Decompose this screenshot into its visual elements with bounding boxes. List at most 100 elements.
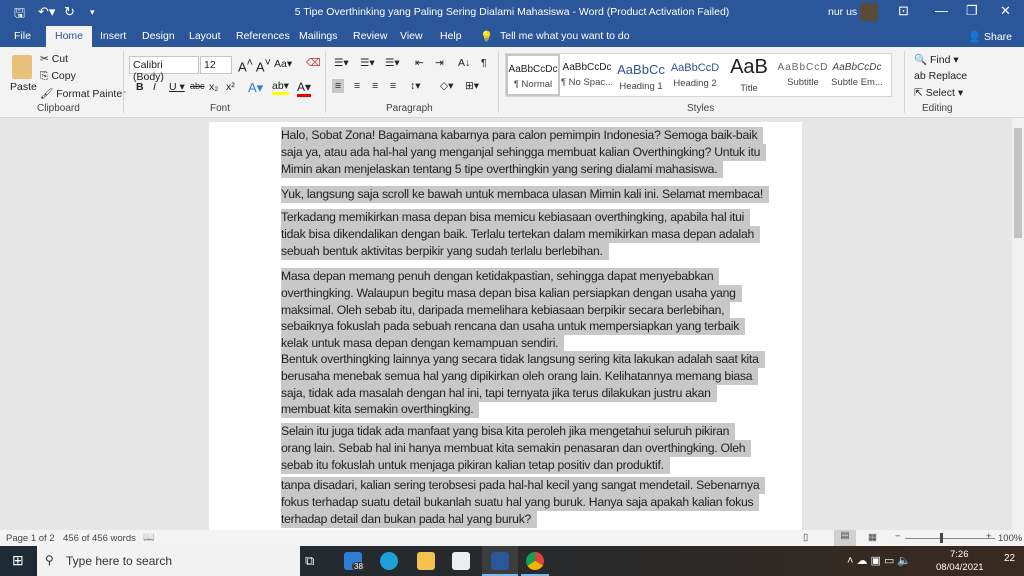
bullets-icon[interactable]: ☰▾ [334, 57, 349, 69]
scrollbar-thumb[interactable] [1014, 128, 1022, 238]
show-formatting-icon[interactable]: ¶ [481, 57, 487, 69]
tab-view[interactable]: View [400, 30, 423, 42]
taskbar-search[interactable]: ⚲ Type here to search [37, 546, 300, 576]
align-left-button[interactable]: ≡ [332, 79, 345, 93]
store-icon[interactable] [452, 552, 470, 570]
underline-button[interactable]: U ▾ [169, 81, 185, 93]
paste-icon[interactable] [12, 55, 32, 79]
document-line[interactable]: orang lain. Sebab hal ini hanya membuat … [281, 439, 752, 457]
document-line[interactable]: tanpa disadari, kalian sering terobsesi … [281, 477, 766, 494]
file-explorer-icon[interactable] [417, 552, 435, 570]
superscript-button[interactable]: x² [226, 81, 235, 93]
decrease-indent-icon[interactable]: ⇤ [415, 57, 424, 69]
format-painter-button[interactable]: 🖌 Format Painter [40, 87, 126, 100]
word-taskbar-button[interactable] [482, 546, 518, 576]
clock-time[interactable]: 7:26 [950, 549, 969, 560]
windows-start-icon[interactable]: ⊞ [12, 552, 24, 569]
tab-insert[interactable]: Insert [100, 30, 126, 42]
system-tray-icons[interactable]: ˄ ☁ ▣ ▭ 🔈 [847, 554, 911, 567]
document-line[interactable]: overthingking. Walaupun begitu masa depa… [281, 284, 742, 302]
sort-icon[interactable]: A↓ [458, 57, 470, 69]
style-title[interactable]: AaB Title [722, 54, 776, 96]
font-name-select[interactable]: Calibri (Body) [129, 56, 199, 83]
paste-button[interactable]: Paste [10, 81, 37, 93]
tab-references[interactable]: References [236, 30, 290, 42]
document-line[interactable]: saja, tidak ada masalah dengan hal ini, … [281, 384, 717, 402]
document-line[interactable]: Yuk, langsung saja scroll ke bawah untuk… [281, 186, 769, 203]
document-line[interactable]: terhadap detail dan bukan pada hal yang … [281, 510, 538, 528]
zoom-slider[interactable] [905, 538, 995, 539]
user-name[interactable]: nur us [828, 6, 857, 18]
style-normal[interactable]: AaBbCcDc ¶ Normal [506, 54, 560, 96]
document-line[interactable]: Halo, Sobat Zona! Bagaimana kabarnya par… [281, 127, 764, 144]
find-button[interactable]: 🔍 Find ▾ [914, 53, 959, 66]
style-subtitle[interactable]: AaBbCcD Subtitle [776, 54, 830, 96]
cut-button[interactable]: ✂ Cut [40, 53, 68, 65]
edge-icon[interactable] [380, 552, 398, 570]
subscript-button[interactable]: x₂ [209, 81, 218, 93]
italic-button[interactable]: I [153, 81, 156, 93]
restore-icon[interactable]: ❐ [966, 3, 978, 19]
replace-button[interactable]: ab Replace [914, 70, 967, 82]
proofing-icon[interactable]: 📖 [143, 532, 155, 543]
zoom-level[interactable]: 100% [998, 533, 1022, 544]
increase-indent-icon[interactable]: ⇥ [435, 57, 444, 69]
tab-help[interactable]: Help [440, 30, 462, 42]
document-line[interactable]: sebaiknya fokuslah pada sebuah rencana d… [281, 318, 746, 336]
document-line[interactable]: Bentuk overthingking lainnya yang secara… [281, 351, 765, 368]
text-effects-icon[interactable]: A▾ [248, 80, 263, 96]
share-button[interactable]: 👤 Share [968, 30, 1012, 43]
align-center-button[interactable]: ≡ [354, 80, 360, 92]
tab-home[interactable]: Home [46, 26, 93, 47]
style-no-spac[interactable]: AaBbCcDc ¶ No Spac... [560, 54, 614, 96]
web-layout-icon[interactable]: ▦ [868, 532, 877, 543]
copy-button[interactable]: ⎘ Copy [40, 70, 76, 83]
word-count[interactable]: 456 of 456 words [63, 533, 136, 544]
document-line[interactable]: fokus terhadap suatu detail bukanlah sua… [281, 493, 760, 511]
grow-font-icon[interactable]: A˄ A˅ [238, 57, 271, 74]
select-button[interactable]: ⇱ Select ▾ [914, 87, 963, 99]
shading-icon[interactable]: ◇▾ [440, 80, 453, 92]
strikethrough-button[interactable]: abc [190, 81, 205, 91]
minimize-icon[interactable]: — [935, 3, 948, 18]
mail-icon[interactable]: 38 [344, 552, 365, 571]
tab-layout[interactable]: Layout [189, 30, 221, 42]
numbering-icon[interactable]: ☰▾ [360, 57, 375, 69]
document-line[interactable]: sebuah bentuk aktivitas berpikir yang su… [281, 242, 609, 260]
avatar[interactable] [860, 3, 878, 21]
tell-me-input[interactable]: Tell me what you want to do [500, 30, 630, 42]
bold-button[interactable]: B [136, 81, 144, 93]
vertical-scrollbar[interactable] [1012, 118, 1024, 530]
page-count[interactable]: Page 1 of 2 [6, 533, 55, 544]
zoom-slider-thumb[interactable] [940, 533, 943, 543]
document-line[interactable]: Terkadang memikirkan masa depan bisa mem… [281, 209, 751, 226]
style-heading-2[interactable]: AaBbCcD Heading 2 [668, 54, 722, 96]
zoom-in-button[interactable]: + [986, 531, 992, 542]
document-line[interactable]: berusaha menebak semua hal yang dipikirk… [281, 367, 759, 385]
tab-file[interactable]: File [14, 30, 31, 42]
document-line[interactable]: Masa depan memang penuh dengan ketidakpa… [281, 268, 720, 285]
ribbon-display-icon[interactable]: ⊡ [898, 3, 909, 19]
align-right-button[interactable]: ≡ [372, 80, 378, 92]
document-line[interactable]: kelak untuk masa depan dengan kemampuan … [281, 335, 565, 353]
tab-review[interactable]: Review [353, 30, 387, 42]
document-line[interactable]: membuat kita semakin overthingking. [281, 401, 480, 419]
close-icon[interactable]: ✕ [1000, 3, 1011, 19]
notifications-badge[interactable]: 22 [1004, 553, 1015, 564]
document-line[interactable]: saja ya, atau ada hal-hal yang menganjal… [281, 143, 767, 161]
style-heading-1[interactable]: AaBbCc Heading 1 [614, 54, 668, 96]
zoom-out-button[interactable]: − [895, 531, 901, 542]
document-line[interactable]: sebab itu fokuslah untuk menjaga pikiran… [281, 456, 670, 474]
change-case-icon[interactable]: Aa▾ [274, 58, 292, 70]
clock-date[interactable]: 08/04/2021 [936, 562, 984, 573]
clear-formatting-icon[interactable]: ⌫ [306, 57, 321, 69]
document-line[interactable]: maksimal. Oleh sebab itu, daripada memel… [281, 301, 731, 319]
font-size-select[interactable]: 12 [200, 56, 232, 74]
line-spacing-icon[interactable]: ↕▾ [410, 80, 421, 92]
tab-mailings[interactable]: Mailings [299, 30, 338, 42]
multilevel-list-icon[interactable]: ☰▾ [385, 57, 400, 69]
font-color-icon[interactable]: A▾ [297, 80, 312, 97]
read-mode-icon[interactable]: ▯ [803, 532, 808, 543]
document-line[interactable]: Selain itu juga tidak ada manfaat yang b… [281, 423, 736, 440]
borders-icon[interactable]: ⊞▾ [465, 80, 479, 92]
